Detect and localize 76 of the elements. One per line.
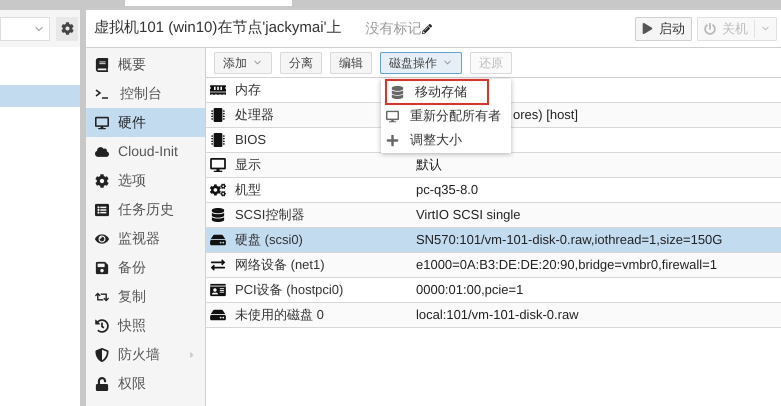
list-icon <box>95 202 109 216</box>
arrows-icon <box>210 258 226 272</box>
table-cell-text: VirtIO SCSI single <box>416 206 521 224</box>
memory-icon <box>210 83 226 97</box>
nav-item[interactable]: 硬件 <box>86 108 205 137</box>
terminal-icon <box>95 88 111 98</box>
selected-tree-row[interactable] <box>0 85 80 107</box>
cloud-icon <box>95 144 109 158</box>
toolbar-button[interactable]: 分离 <box>280 52 322 74</box>
table-cell-text: SCSI控制器 <box>235 206 304 224</box>
chip-icon <box>210 133 226 147</box>
monitor-icon <box>386 110 399 122</box>
table-cell-text: ores) [host] <box>513 106 578 124</box>
table-row[interactable]: 未使用的磁盘 0 local:101/vm-101-disk-0.raw <box>206 303 781 328</box>
table-cell-text: 机型 <box>235 181 261 200</box>
drive-icon <box>210 308 226 322</box>
table-cell-text: 显示 <box>235 156 261 174</box>
floppy-icon <box>95 260 109 274</box>
nav-item[interactable]: 快照 <box>86 311 205 340</box>
nav-item[interactable]: 防火墙 <box>86 340 205 369</box>
table-cell-text: local:101/vm-101-disk-0.raw <box>416 306 579 324</box>
unlock-icon <box>95 376 109 390</box>
menu-item[interactable]: 调整大小 <box>381 128 511 152</box>
toolbar-button[interactable]: 添加 <box>214 52 272 74</box>
database-icon <box>391 86 404 98</box>
repeat-icon <box>95 290 109 304</box>
plus-icon <box>386 134 399 146</box>
menu-item[interactable]: 重新分配所有者 <box>381 104 511 128</box>
book-icon <box>95 58 109 72</box>
table-row[interactable]: 硬盘 (scsi0) SN570:101/vm-101-disk-0.raw,iothread=1,size=150G <box>206 228 781 253</box>
database-icon <box>210 208 226 222</box>
nav-item[interactable]: 备份 <box>86 253 205 282</box>
monitor-icon <box>95 116 109 130</box>
table-row[interactable]: SCSI控制器 VirtIO SCSI single <box>206 203 781 228</box>
table-cell-text: 默认 <box>416 156 442 174</box>
play-icon <box>642 23 653 34</box>
nav-item[interactable]: 监视器 <box>86 224 205 253</box>
search-field[interactable] <box>0 16 50 40</box>
settings-button[interactable] <box>56 16 78 40</box>
nav-item[interactable]: 权限 <box>86 369 205 398</box>
power-icon <box>704 22 716 34</box>
drive-icon <box>210 233 226 247</box>
table-cell-text: e1000=0A:B3:DE:DE:20:90,bridge=vmbr0,firewall=1 <box>416 256 717 274</box>
table-row[interactable]: 显示 默认 <box>206 153 781 178</box>
toolbar-button[interactable]: 编辑 <box>330 52 372 74</box>
gears-icon <box>210 183 226 197</box>
table-row[interactable]: 网络设备 (net1) e1000=0A:B3:DE:DE:20:90,bridge=vmbr0,firewall=1 <box>206 253 781 278</box>
table-cell-text: 网络设备 (net1) <box>235 256 325 274</box>
settings-icon <box>60 22 74 35</box>
nav-item[interactable]: 概要 <box>86 50 205 79</box>
card-icon <box>210 283 226 297</box>
table-cell-text: PCI设备 (hostpci0) <box>235 281 344 300</box>
history-icon <box>95 318 109 332</box>
table-cell-text: 内存 <box>235 81 261 100</box>
menu-item[interactable]: 移动存储 <box>386 80 488 104</box>
gear-icon <box>95 174 109 188</box>
nav-item[interactable]: 复制 <box>86 282 205 311</box>
eye-icon <box>95 232 109 246</box>
pencil-icon <box>422 24 432 34</box>
shield-icon <box>95 348 109 362</box>
chip-icon <box>210 108 226 122</box>
window-title: 虚拟机101 (win10)在节点'jackymai'上 <box>94 18 342 38</box>
toolbar-button[interactable]: 磁盘操作 <box>380 52 462 74</box>
start-button[interactable]: 启动 <box>635 16 692 40</box>
table-cell-text: 0000:01:00,pcie=1 <box>416 281 524 300</box>
nav-item[interactable]: 任务历史 <box>86 195 205 224</box>
nav-item[interactable]: Cloud-Init <box>86 137 205 166</box>
nav-item[interactable]: 控制台 <box>86 79 205 108</box>
table-cell-text: SN570:101/vm-101-disk-0.raw,iothread=1,size=150G <box>416 231 722 250</box>
monitor-icon <box>210 158 226 172</box>
table-cell-text: BIOS <box>235 131 266 150</box>
table-cell-text: 硬盘 (scsi0) <box>235 231 303 250</box>
table-cell-text: 处理器 <box>235 106 274 124</box>
table-cell-text: 未使用的磁盘 0 <box>235 306 324 324</box>
table-cell-text: pc-q35-8.0 <box>416 181 478 200</box>
nav-item[interactable]: 选项 <box>86 166 205 195</box>
